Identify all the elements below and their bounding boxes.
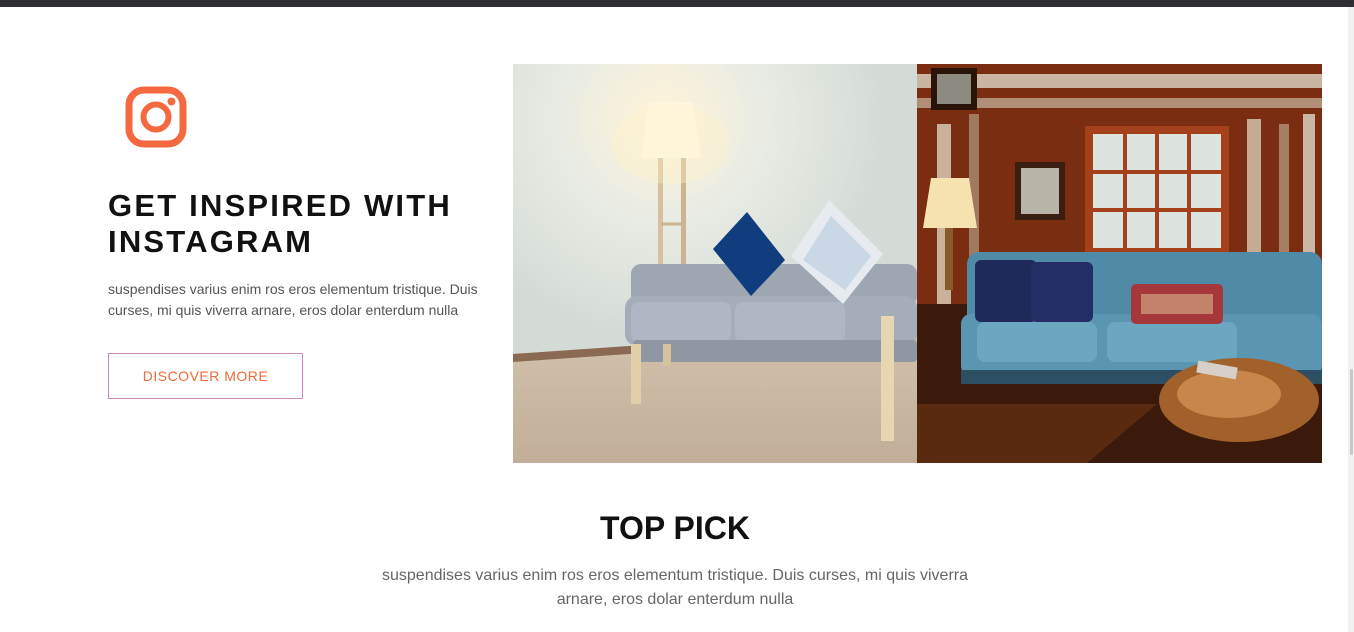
- top-pick-title: TOP PICK: [600, 510, 750, 546]
- instagram-section-title: GET INSPIRED WITH INSTAGRAM: [108, 188, 452, 259]
- discover-more-button[interactable]: DISCOVER MORE: [108, 353, 303, 399]
- instagram-section-description: suspendises varius enim ros eros element…: [108, 281, 478, 318]
- scrollbar-thumb[interactable]: [1350, 369, 1353, 455]
- top-pick-description: suspendises varius enim ros eros element…: [382, 567, 968, 608]
- top-border-strip: [0, 0, 1354, 7]
- living-room-grey-sofa-photo[interactable]: [513, 64, 917, 463]
- instagram-icon[interactable]: [124, 85, 188, 149]
- cabin-blue-sofa-photo[interactable]: [917, 64, 1322, 463]
